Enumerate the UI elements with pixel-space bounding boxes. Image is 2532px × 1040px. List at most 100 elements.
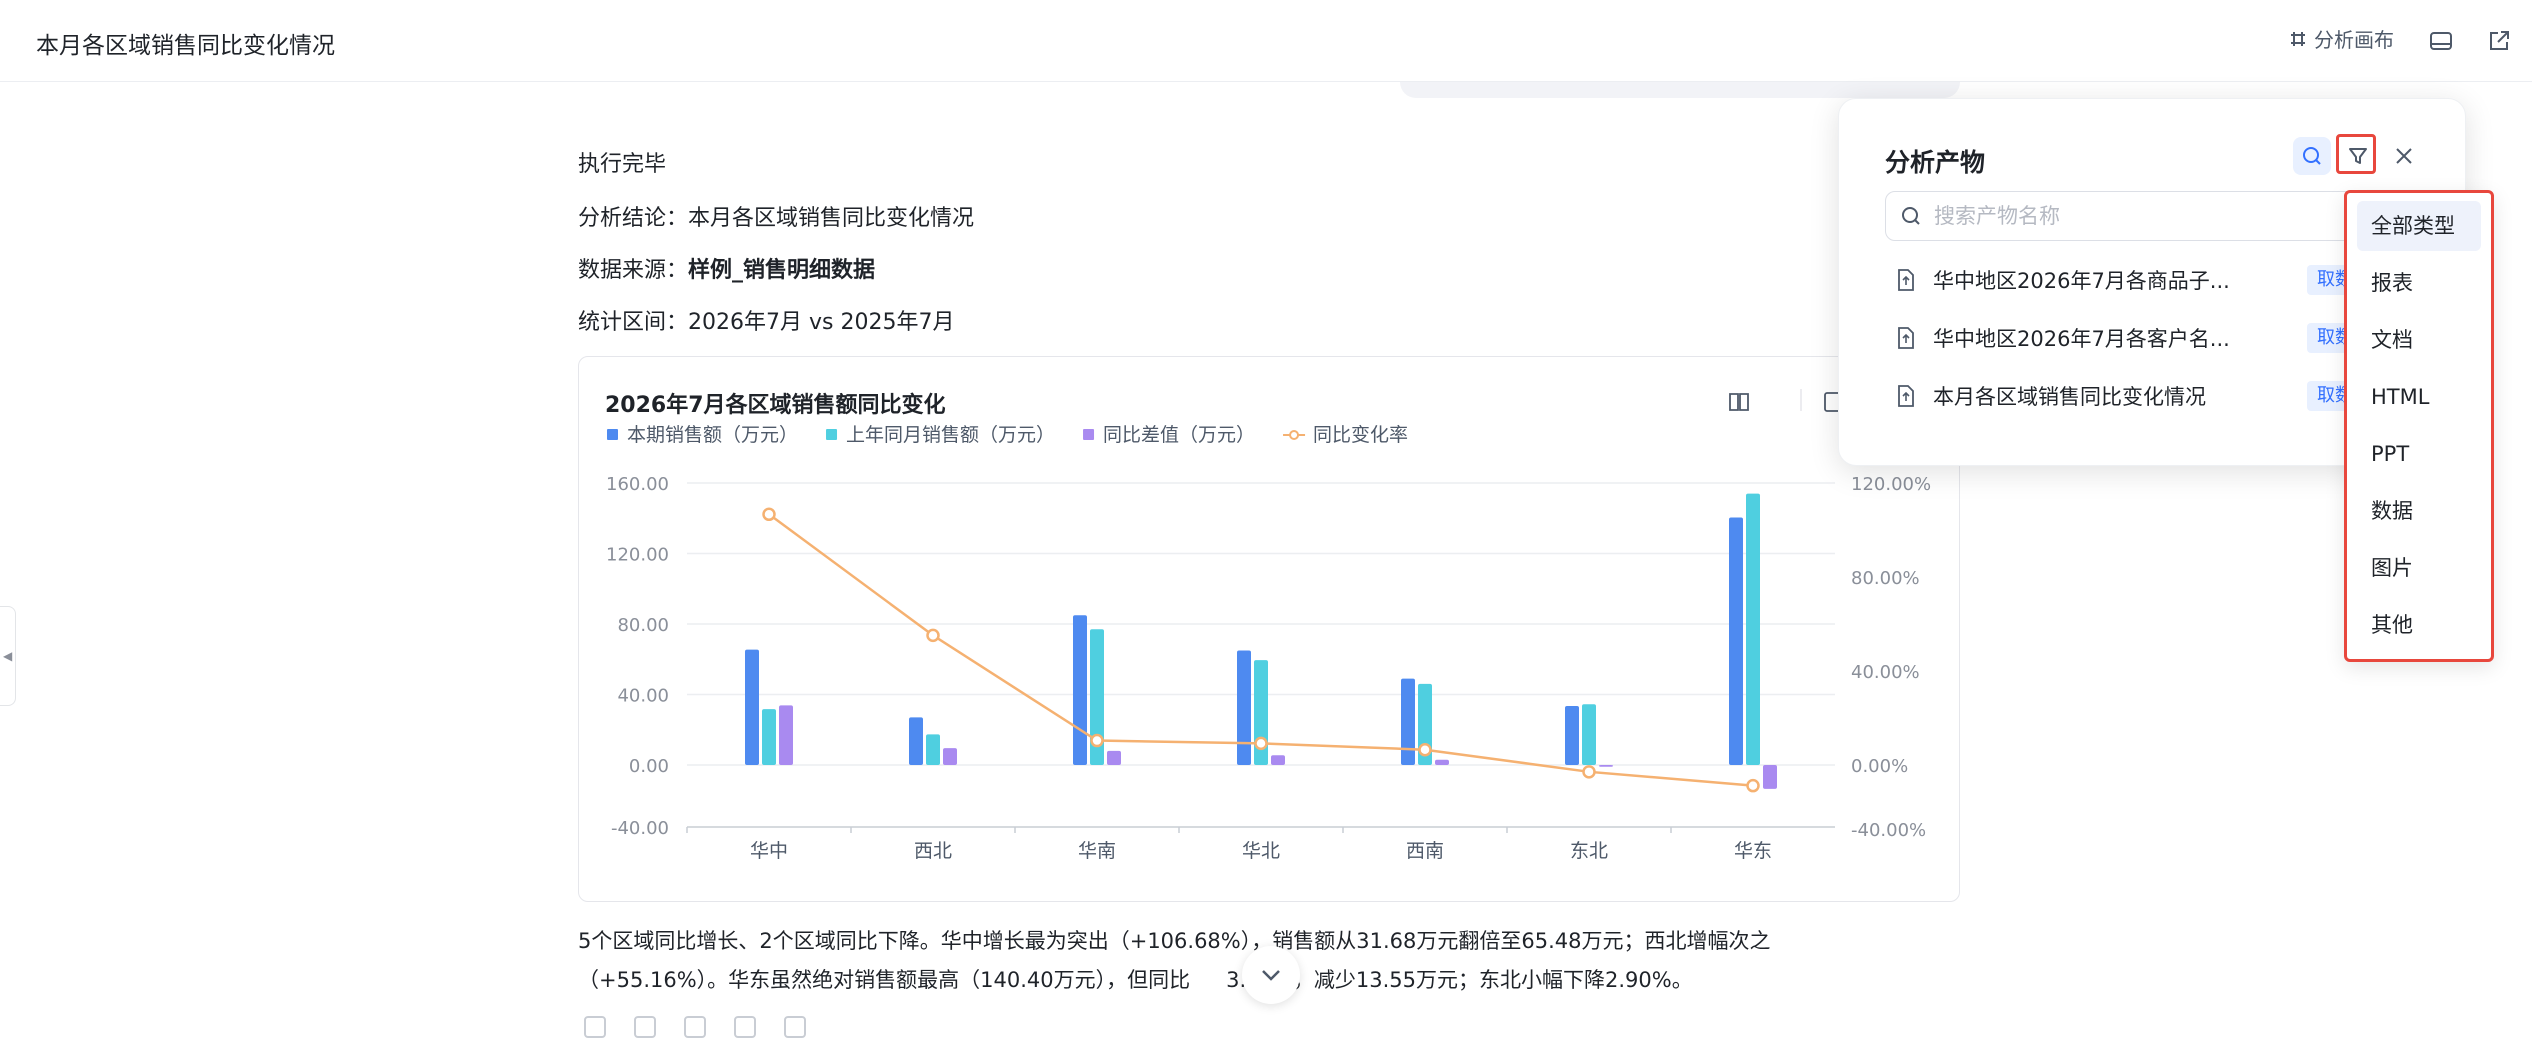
open-external-icon[interactable] [2486, 28, 2512, 54]
search-icon [2303, 147, 2321, 165]
filter-option-all[interactable]: 全部类型 [2357, 201, 2481, 251]
data-source-value: 样例_销售明细数据 [688, 258, 876, 283]
file-icon [1898, 269, 1914, 291]
period-line: 统计区间：2026年7月 vs 2025年7月 [578, 304, 954, 336]
type-filter-dropdown: 全部类型 报表 文档 HTML PPT 数据 图片 其他 [2344, 190, 2494, 662]
legend-swatch [826, 429, 838, 440]
period-label: 统计区间： [578, 310, 689, 335]
bar [1237, 650, 1251, 765]
period-value: 2026年7月 vs 2025年7月 [688, 310, 955, 335]
artifact-name: 华中地区2026年7月各商品子... [1933, 269, 2230, 293]
x-tick-label: 东北 [1570, 840, 1608, 862]
legend-label: 同比差值（万元） [1103, 424, 1255, 446]
analysis-canvas-button[interactable]: 分析画布 [2288, 24, 2394, 53]
y-right-tick-label: 0.00% [1851, 756, 1908, 777]
chart: 160.00 120.00 80.00 40.00 0.00 -40.00 120.00% 8… [606, 389, 1931, 862]
line-point [926, 628, 940, 643]
legend-swatch-point [1289, 430, 1300, 440]
legend-swatch [607, 429, 618, 440]
sidebar-collapse-handle[interactable]: ◀ [0, 606, 16, 706]
panel-close-button[interactable] [2385, 137, 2423, 175]
summary-line-1: 5个区域同比增长、2个区域同比下降。华中增长最为突出（+106.68%），销售额… [578, 929, 1771, 953]
analysis-summary: 5个区域同比增长、2个区域同比下降。华中增长最为突出（+106.68%），销售额… [578, 922, 1878, 1000]
page: 本月各区域销售同比变化情况 分析画布 ◀ 执行完毕 分析结论：本月各区域销售同比… [0, 0, 2532, 1040]
bar [1746, 493, 1760, 765]
chart-card: 2026年7月各区域销售额同比变化 160.00 120.00 80.00 40.00… [578, 356, 1960, 902]
x-tick-label: 西南 [1406, 840, 1444, 862]
bar [1073, 615, 1087, 765]
chevron-down-icon [1262, 970, 1280, 981]
x-tick-label: 西北 [914, 840, 952, 862]
panel-title: 分析产物 [1885, 148, 1986, 177]
filter-option-report[interactable]: 报表 [2357, 258, 2481, 308]
data-source-label: 数据来源： [578, 258, 689, 283]
share-icon[interactable] [784, 1016, 806, 1038]
filter-option-document[interactable]: 文档 [2357, 315, 2481, 365]
legend-label: 本期销售额（万元） [627, 424, 798, 446]
line-point [762, 507, 776, 522]
summary-line-2a: （+55.16%）。华东虽然绝对销售额最高（140.40万元），但同比 [578, 968, 1191, 992]
y-left-tick-label: 40.00 [617, 686, 669, 707]
x-tick-label: 华北 [1242, 840, 1280, 862]
y-right-tick-label: -40.00% [1851, 820, 1926, 841]
file-icon [1898, 385, 1914, 407]
analysis-canvas-label: 分析画布 [2314, 28, 2394, 52]
line-point [1746, 778, 1760, 793]
line-point [1254, 736, 1268, 751]
canvas-icon [2291, 31, 2305, 46]
y-left-tick-label: 0.00 [629, 756, 669, 777]
legend-label: 同比变化率 [1313, 424, 1408, 446]
x-tick-label: 华东 [1734, 840, 1772, 862]
conclusion-value: 本月各区域销售同比变化情况 [688, 206, 975, 231]
bar [1565, 705, 1579, 765]
y-left-tick-label: 160.00 [606, 474, 669, 495]
bar [909, 717, 923, 765]
bar [1582, 704, 1596, 765]
bar [745, 649, 759, 765]
bar [779, 705, 793, 765]
filter-option-ppt[interactable]: PPT [2357, 429, 2481, 479]
book-icon [1729, 393, 1749, 411]
data-source-line: 数据来源：样例_销售明细数据 [578, 252, 875, 284]
y-right-tick-label: 80.00% [1851, 568, 1920, 589]
execution-status: 执行完毕 [578, 152, 667, 177]
y-left-tick-label: 80.00 [617, 615, 669, 636]
artifact-name: 华中地区2026年7月各客户名... [1933, 327, 2230, 351]
filter-option-html[interactable]: HTML [2357, 372, 2481, 422]
comment-icon[interactable] [734, 1016, 756, 1038]
filter-button-highlight [2336, 134, 2376, 174]
file-icon [1898, 327, 1914, 349]
filter-option-data[interactable]: 数据 [2357, 486, 2481, 536]
bar [762, 709, 776, 765]
bar [1401, 678, 1415, 765]
bar [1729, 517, 1743, 765]
bar [1435, 759, 1449, 765]
page-title: 本月各区域销售同比变化情况 [36, 33, 335, 59]
bar [1271, 755, 1285, 765]
like-icon[interactable] [584, 1016, 606, 1038]
panel-toggle-icon[interactable] [2428, 28, 2454, 54]
copy-icon[interactable] [684, 1016, 706, 1038]
legend-swatch [1083, 429, 1095, 440]
filter-option-other[interactable]: 其他 [2357, 600, 2481, 650]
bar [943, 748, 957, 765]
x-tick-label: 华南 [1078, 840, 1116, 862]
bar [926, 734, 940, 765]
collapse-left-icon: ◀ [3, 649, 13, 663]
artifact-search-input[interactable] [1934, 202, 2374, 230]
scroll-to-bottom-button[interactable] [1242, 946, 1300, 1004]
filter-option-image[interactable]: 图片 [2357, 543, 2481, 593]
panel-search-button[interactable] [2293, 137, 2331, 175]
conclusion-line: 分析结论：本月各区域销售同比变化情况 [578, 200, 974, 232]
conclusion-label: 分析结论： [578, 206, 689, 231]
y-left-tick-label: -40.00 [611, 818, 669, 839]
bar [1599, 765, 1613, 767]
y-right-tick-label: 120.00% [1851, 474, 1931, 495]
dislike-icon[interactable] [634, 1016, 656, 1038]
close-icon [2396, 148, 2412, 164]
header: 本月各区域销售同比变化情况 分析画布 [0, 0, 2532, 82]
line-point [1090, 733, 1104, 748]
message-bubble-edge [1400, 82, 1960, 98]
message-actions [584, 1016, 806, 1038]
summary-line-2: （+55.16%）。华东虽然绝对销售额最高（140.40万元），但同比 3.80%… [578, 961, 1878, 1000]
